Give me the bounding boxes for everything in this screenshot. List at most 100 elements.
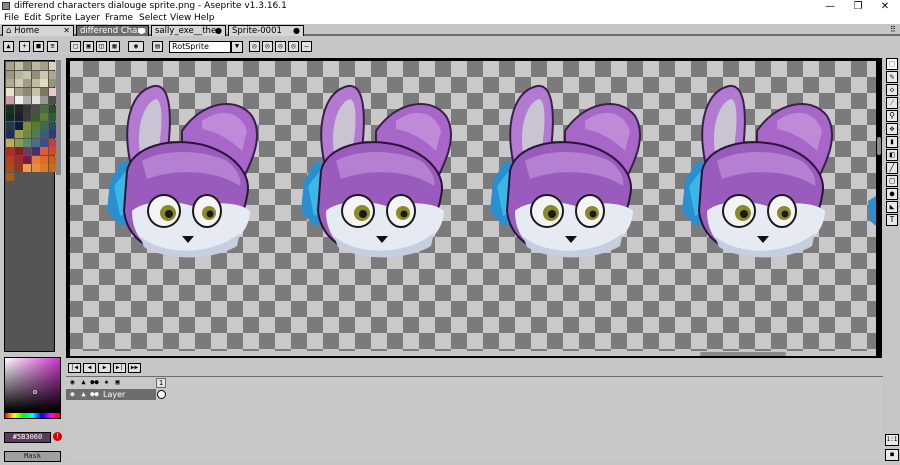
modified-dot-icon[interactable]: ● [138,26,145,36]
maximize-button[interactable]: ❐ [843,0,873,13]
tab-overflow-icon[interactable]: ⠿ [890,25,896,34]
play-icon[interactable]: ▶ [98,363,111,373]
palette-swatch[interactable] [23,113,31,121]
palette-swatch[interactable] [14,79,23,87]
color-cursor[interactable] [33,390,37,394]
palette-swatch[interactable] [40,130,48,138]
palette-swatch[interactable] [31,147,40,155]
palette-swatch[interactable] [40,113,48,121]
palette-swatch[interactable] [31,79,40,87]
tab-differend-characters[interactable]: differend Chara ● [76,25,149,36]
palette-swatch[interactable] [23,121,31,130]
palette-swatch[interactable] [6,172,14,181]
palette-swatch[interactable] [14,104,23,113]
palette-swatch[interactable] [40,104,48,113]
menu-frame[interactable]: Frame [105,13,133,24]
rectangle-icon[interactable]: □ [886,175,898,187]
palette-swatch[interactable] [31,130,40,138]
palette-swatch[interactable] [6,147,14,155]
menu-sprite[interactable]: Sprite [45,13,72,24]
palette-swatch[interactable] [31,164,40,172]
palette-swatch[interactable] [14,130,23,138]
eye-icon[interactable]: ◉ [68,378,77,387]
palette-swatch[interactable] [14,62,23,70]
rotation-icon[interactable]: ▤ [152,41,163,52]
palette-swatch[interactable] [23,155,31,164]
palette-scrollbar[interactable] [56,60,61,175]
eyedropper-icon[interactable]: ⁄ [886,97,898,109]
selection-subtract-icon[interactable]: ◫ [96,41,107,52]
chevron-down-icon[interactable]: ▼ [231,41,243,53]
zoom-icon[interactable]: ⚲ [886,110,898,122]
transparent-color-icon[interactable]: ■ [33,41,44,52]
timeline-settings-icon[interactable]: ■ [885,449,899,461]
flip-h-icon[interactable]: ◎ [262,41,273,52]
layer-continuous-icon[interactable]: ●● [90,390,99,399]
sprite-canvas[interactable] [70,61,876,351]
palette-swatch[interactable] [31,121,40,130]
palette-swatch[interactable] [14,164,23,172]
frame-number[interactable]: 1 [156,378,166,388]
palette-swatch[interactable] [6,155,14,164]
hue-slider[interactable] [4,412,61,419]
palette-swatch[interactable] [40,121,48,130]
palette-swatch[interactable] [14,138,23,147]
layer-eye-icon[interactable]: ◉ [68,390,77,399]
palette-swatch[interactable] [40,155,48,164]
tab-sprite-0001[interactable]: Sprite-0001 ● [228,25,304,36]
fill-icon[interactable]: ▮ [886,136,898,148]
pivot-icon[interactable]: + [19,41,30,52]
cel-frame-1[interactable] [157,390,166,399]
palette-swatch[interactable] [40,62,48,70]
menu-layer[interactable]: Layer [75,13,100,24]
palette-swatch[interactable] [14,147,23,155]
opaque-toggle-icon[interactable]: ◉ [128,41,144,52]
palette-swatch[interactable] [6,70,14,79]
palette-swatch[interactable] [31,62,40,70]
menu-view[interactable]: View [170,13,191,24]
palette-swatch[interactable] [14,121,23,130]
flip-v-icon[interactable]: ◎ [275,41,286,52]
palette-swatch[interactable] [6,130,14,138]
palette-swatch[interactable] [23,147,31,155]
mask-button[interactable]: Mask [4,451,61,462]
warning-icon[interactable]: ! [53,432,62,441]
palette-swatch[interactable] [6,113,14,121]
selection-new-icon[interactable]: □ [70,41,81,52]
lock-icon[interactable]: ▲ [3,41,14,52]
marquee-icon[interactable]: ⬚ [886,58,898,70]
more-icon[interactable]: — [301,41,312,52]
close-button[interactable]: ✕ [870,0,900,13]
palette-swatch[interactable] [6,138,14,147]
palette-swatch[interactable] [31,96,40,104]
palette-swatch[interactable] [14,96,23,104]
eraser-icon[interactable]: ◇ [886,84,898,96]
tab-home[interactable]: ⌂ Home ✕ [2,25,74,36]
palette-swatch[interactable] [31,138,40,147]
palette-swatch[interactable] [31,113,40,121]
palette-swatch[interactable] [6,79,14,87]
palette-swatch[interactable] [23,87,31,96]
palette-swatch[interactable] [40,96,48,104]
selection-intersect-icon[interactable]: ▦ [109,41,120,52]
palette-swatch[interactable] [40,70,48,79]
palette-swatch[interactable] [23,104,31,113]
palette-swatch[interactable] [23,70,31,79]
palette-swatch[interactable] [6,104,14,113]
move-icon[interactable]: ✥ [886,123,898,135]
ellipse-icon[interactable]: ◣ [886,201,898,213]
menu-edit[interactable]: Edit [24,13,41,24]
palette-swatch[interactable] [40,147,48,155]
palette-swatch[interactable] [6,62,14,70]
next-frame-icon[interactable]: ▶| [113,363,126,373]
palette-swatch[interactable] [23,138,31,147]
palette-swatch[interactable] [31,155,40,164]
onion-skin-icon[interactable]: ◈ [102,378,111,387]
settings-icon[interactable]: ◎ [288,41,299,52]
color-spectrum[interactable] [4,357,61,412]
palette-swatch[interactable] [6,164,14,172]
modified-dot-icon[interactable]: ● [293,26,300,36]
close-icon[interactable]: ✕ [63,26,70,36]
palette-swatch[interactable] [31,70,40,79]
blur-icon[interactable]: ● [886,188,898,200]
